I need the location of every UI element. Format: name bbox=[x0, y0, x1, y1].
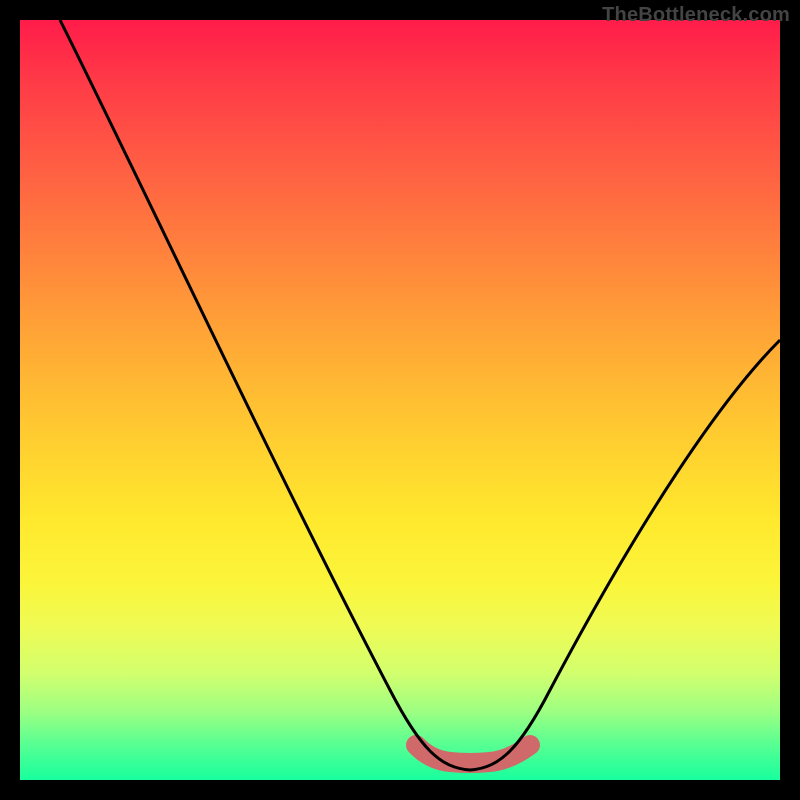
chart-stage: TheBottleneck.com bbox=[0, 0, 800, 800]
curves-svg bbox=[20, 20, 780, 780]
attribution-text: TheBottleneck.com bbox=[602, 4, 790, 27]
plot-area bbox=[20, 20, 780, 780]
bottleneck-curve bbox=[60, 20, 780, 770]
